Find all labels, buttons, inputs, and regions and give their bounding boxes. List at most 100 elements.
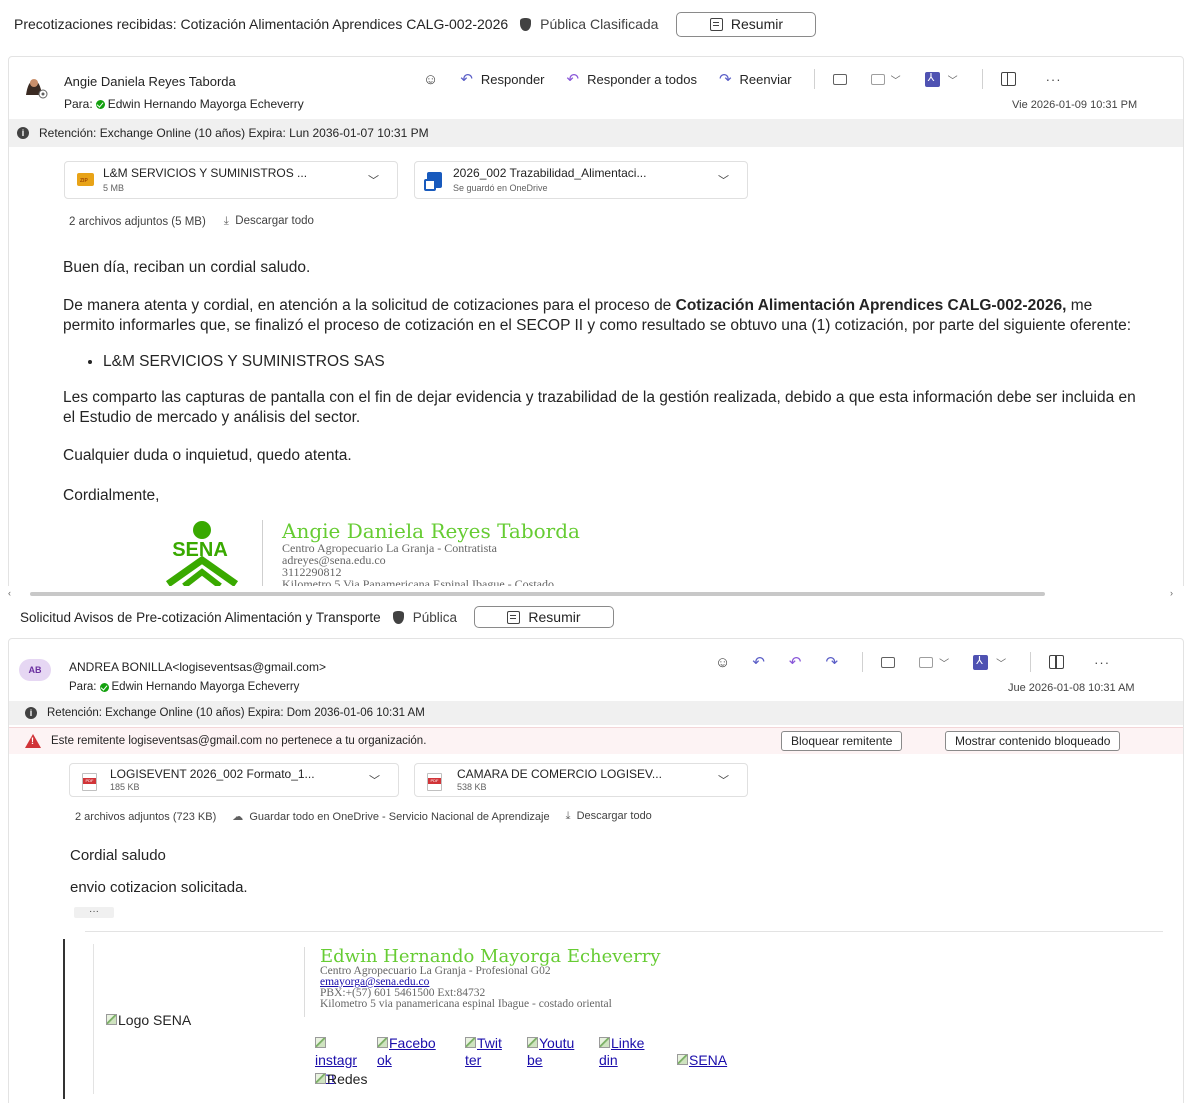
- attachment-card[interactable]: LOGISEVENT 2026_002 Formato_1... 185 KB …: [69, 763, 399, 797]
- sender-name[interactable]: ANDREA BONILLA<logiseventsas@gmail.com>: [69, 660, 326, 674]
- toolbar-divider: [813, 69, 815, 89]
- apps-grid-icon[interactable]: [1049, 655, 1065, 669]
- attachment-card[interactable]: 2026_002 Trazabilidad_Alimentaci... Se g…: [414, 161, 748, 199]
- message-action-bar: ☺ ↶ ↶ ↷ ﹀ ﹀ ···: [715, 651, 1110, 673]
- body-paragraph: De manera atenta y cordial, en atención …: [63, 297, 1132, 334]
- email-reading-pane-2: Solicitud Avisos de Pre-cotización Alime…: [0, 598, 1190, 1103]
- chevron-down-icon[interactable]: ﹀: [996, 655, 1006, 670]
- signature-divider: [304, 947, 305, 1017]
- social-link-youtube[interactable]: Youtu be: [527, 1035, 591, 1086]
- message-card: AB ANDREA BONILLA<logiseventsas@gmail.co…: [8, 638, 1184, 1103]
- reply-button[interactable]: ↶ Responder: [460, 70, 544, 88]
- message-action-bar: ☺ ↶ Responder ↶ Responder a todos ↷ Reenvia…: [423, 67, 1062, 91]
- signature-name: Angie Daniela Reyes Taborda: [282, 519, 580, 543]
- reply-button[interactable]: ↶: [752, 653, 765, 671]
- reply-all-button[interactable]: ↶ Responder a todos: [567, 70, 697, 88]
- body-greeting: Buen día, reciban un cordial saludo.: [63, 259, 311, 276]
- signature-block: Edwin Hernando Mayorga Echeverry Centro …: [320, 947, 750, 1010]
- more-actions-icon[interactable]: ···: [1046, 72, 1062, 87]
- forward-button[interactable]: ↷ Reenviar: [719, 70, 792, 88]
- more-actions-icon[interactable]: ···: [1094, 655, 1110, 670]
- recipient-name[interactable]: Edwin Hernando Mayorga Echeverry: [112, 681, 300, 693]
- emoji-reaction-icon[interactable]: ☺: [423, 71, 438, 88]
- linkedin-icon: [599, 1037, 610, 1048]
- warning-text: Este remitente logiseventsas@gmail.com n…: [51, 735, 427, 747]
- attachment-card[interactable]: L&M SERVICIOS Y SUMINISTROS ... 5 MB ﹀: [64, 161, 398, 199]
- sena-logo-image: Logo SENA: [106, 1012, 191, 1028]
- forward-icon: ↷: [718, 71, 732, 88]
- sena-icon: [677, 1054, 688, 1065]
- attachment-size: 5 MB: [103, 183, 125, 193]
- offerer-list: L&M SERVICIOS Y SUMINISTROS SAS: [103, 352, 1143, 372]
- attachment-size: 538 KB: [457, 782, 487, 792]
- scroll-right-icon[interactable]: ›: [1170, 588, 1173, 598]
- chevron-down-icon[interactable]: ﹀: [368, 172, 379, 188]
- chevron-down-icon[interactable]: ﹀: [718, 172, 729, 188]
- attachment-size: 185 KB: [110, 782, 140, 792]
- download-all-button[interactable]: ⤓ Descargar todo: [224, 215, 314, 228]
- summary-icon: [507, 610, 521, 624]
- tag-icon[interactable]: [870, 73, 885, 85]
- forward-button[interactable]: ↷: [825, 653, 838, 671]
- recipient-name[interactable]: Edwin Hernando Mayorga Echeverry: [108, 97, 304, 111]
- adobe-pdf-icon[interactable]: [924, 71, 940, 87]
- toolbar-divider: [981, 69, 983, 89]
- reply-all-button[interactable]: ↶: [789, 653, 802, 671]
- to-label: Para:: [69, 681, 97, 693]
- download-all-button[interactable]: ⤓ Descargar todo: [566, 810, 652, 823]
- sender-name[interactable]: Angie Daniela Reyes Taborda: [64, 74, 236, 89]
- summarize-button[interactable]: Resumir: [676, 11, 817, 37]
- body-paragraph: Cualquier duda o inquietud, quedo atenta…: [63, 447, 352, 464]
- horizontal-scroll-track: [0, 586, 1190, 590]
- classification-label: Pública Clasificada: [540, 16, 659, 32]
- signature-block: Angie Daniela Reyes Taborda Centro Agrop…: [282, 520, 580, 590]
- show-blocked-content-button[interactable]: Mostrar contenido bloqueado: [945, 731, 1121, 751]
- instagram-icon: [315, 1037, 326, 1048]
- emoji-reaction-icon[interactable]: ☺: [715, 654, 730, 671]
- immersive-reader-icon[interactable]: [881, 656, 896, 668]
- body-line: envio cotizacion solicitada.: [70, 879, 248, 896]
- shield-icon: [392, 610, 404, 624]
- summarize-label: Resumir: [730, 16, 784, 32]
- subject-bar: Solicitud Avisos de Pre-cotización Alime…: [0, 604, 1190, 630]
- sena-website-link[interactable]: SENA: [677, 1052, 727, 1086]
- email-reading-pane-1: Precotizaciones recibidas: Cotización Al…: [0, 0, 1190, 590]
- recipient-line: Para: Edwin Hernando Mayorga Echeverry: [69, 681, 299, 693]
- email-subject: Solicitud Avisos de Pre-cotización Alime…: [20, 609, 381, 625]
- quote-divider: [85, 931, 1163, 932]
- show-trimmed-content-button[interactable]: ···: [74, 907, 114, 918]
- avatar[interactable]: AB: [19, 659, 51, 681]
- attachment-card[interactable]: CAMARA DE COMERCIO LOGISEV... 538 KB ﹀: [414, 763, 748, 797]
- chevron-down-icon[interactable]: ﹀: [718, 772, 729, 788]
- tag-icon[interactable]: [919, 656, 934, 668]
- scroll-left-icon[interactable]: ‹: [8, 588, 11, 598]
- adobe-pdf-icon[interactable]: [973, 654, 989, 670]
- toolbar-divider: [1030, 652, 1032, 672]
- info-icon: i: [17, 127, 29, 139]
- attachments-count: 2 archivos adjuntos (5 MB): [69, 215, 206, 228]
- sender-avatar[interactable]: [19, 71, 49, 101]
- toolbar-divider: [862, 652, 864, 672]
- email-subject: Precotizaciones recibidas: Cotización Al…: [14, 16, 509, 32]
- retention-text: Retención: Exchange Online (10 años) Exp…: [47, 707, 425, 719]
- social-networks-image: Redes: [315, 1071, 367, 1087]
- social-link-twitter[interactable]: Twit ter: [465, 1035, 519, 1086]
- summarize-button[interactable]: Resumir: [473, 606, 614, 628]
- immersive-reader-icon[interactable]: [832, 73, 847, 85]
- chevron-down-icon[interactable]: ﹀: [939, 655, 949, 670]
- social-link-facebook[interactable]: Facebo ok: [377, 1035, 457, 1086]
- reply-all-icon: ↶: [788, 654, 802, 671]
- save-all-onedrive-button[interactable]: ☁ Guardar todo en OneDrive - Servicio Na…: [232, 810, 549, 823]
- presence-available-icon: [99, 682, 109, 692]
- chevron-down-icon[interactable]: ﹀: [948, 72, 958, 87]
- classification-label: Pública: [412, 609, 457, 625]
- apps-grid-icon[interactable]: [1000, 72, 1016, 86]
- horizontal-scrollbar-thumb[interactable]: [30, 592, 1045, 596]
- chevron-down-icon[interactable]: ﹀: [891, 72, 901, 87]
- external-sender-warning: Este remitente logiseventsas@gmail.com n…: [9, 727, 1183, 754]
- social-link-linkedin[interactable]: Linke din: [599, 1035, 669, 1086]
- cloud-icon: ☁: [232, 811, 244, 823]
- reply-all-icon: ↶: [566, 71, 580, 88]
- chevron-down-icon[interactable]: ﹀: [369, 772, 380, 788]
- block-sender-button[interactable]: Bloquear remitente: [781, 731, 903, 751]
